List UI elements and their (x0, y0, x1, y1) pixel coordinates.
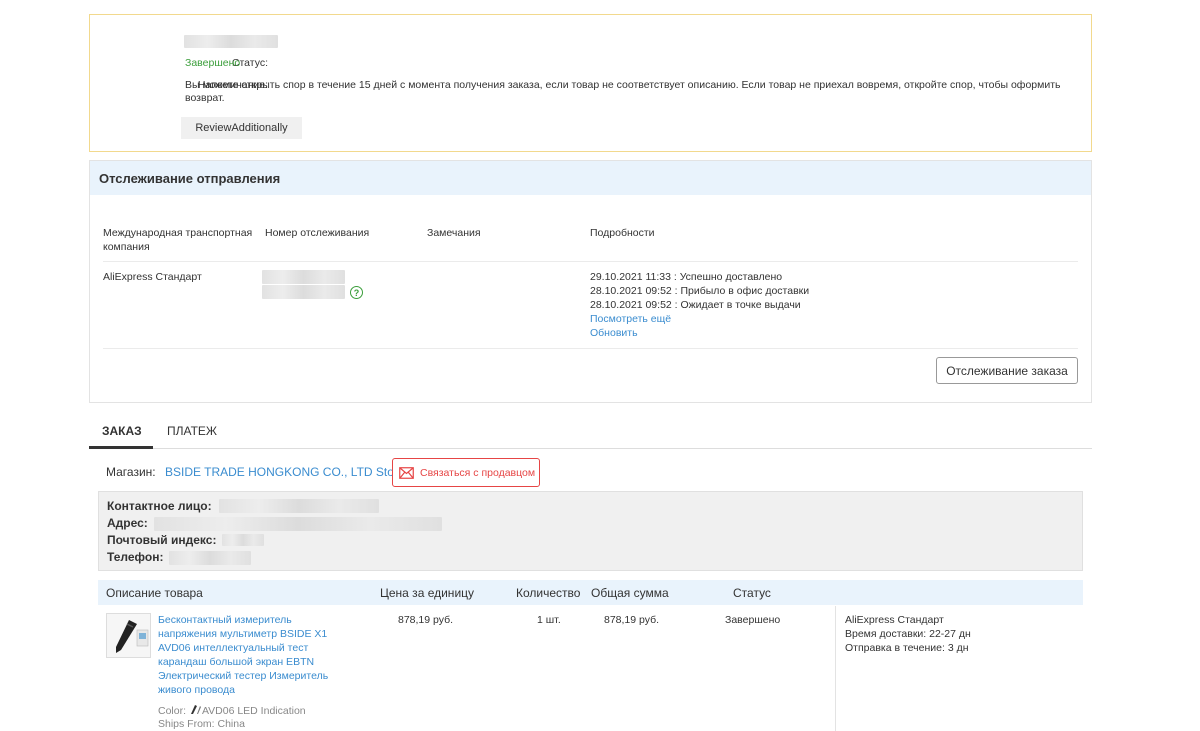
column-carrier: Международная транспортная компания (103, 227, 253, 253)
tracking-event: 28.10.2021 09:52 : Прибыло в офис достав… (590, 285, 810, 297)
divider (103, 261, 1078, 262)
mail-icon (399, 466, 414, 479)
unit-price: 878,19 руб. (398, 614, 454, 626)
dispatch-time: Отправка в течение: 3 дн (845, 642, 969, 654)
contact-person-label: Контактное лицо: (107, 499, 212, 513)
item-status: Завершено (725, 614, 781, 626)
tab-payment[interactable]: ПЛАТЕЖ (167, 424, 217, 438)
address-label: Адрес: (107, 516, 148, 530)
header-description: Описание товара (106, 586, 203, 600)
column-remarks: Замечания (427, 227, 481, 239)
shipping-method: AliExpress Стандарт (845, 614, 944, 626)
status-value: Завершено (185, 57, 241, 69)
header-status: Статус (733, 586, 771, 600)
postal-code-redacted (222, 534, 264, 546)
tracking-number-redacted (262, 270, 345, 284)
status-label: Статус: (231, 57, 268, 69)
reminder-text-line2: возврат. (185, 92, 225, 104)
contact-seller-button[interactable]: Связаться с продавцом (392, 458, 540, 487)
delivery-time: Время доставки: 22-27 дн (845, 628, 971, 640)
voltage-tester-pen-icon (107, 614, 150, 657)
store-name-link[interactable]: BSIDE TRADE HONGKONG CO., LTD Store (165, 465, 405, 479)
order-tabs: ЗАКАЗ ПЛАТЕЖ (89, 420, 1092, 449)
phone-redacted (169, 551, 251, 565)
header-unit-price: Цена за единицу (380, 586, 475, 600)
carrier-name: AliExpress Стандарт (103, 271, 202, 283)
tab-order[interactable]: ЗАКАЗ (102, 424, 142, 438)
product-title-link[interactable]: Бесконтактный измеритель напряжения муль… (158, 613, 343, 697)
help-icon[interactable]: ? (350, 286, 363, 299)
reminder-text-line1: Вы можете открыть спор в течение 15 дней… (185, 79, 1061, 91)
review-additionally-button[interactable]: ReviewAdditionally (181, 117, 302, 139)
total-price: 878,19 руб. (604, 614, 660, 626)
column-divider (835, 606, 836, 731)
tracking-event: 29.10.2021 11:33 : Успешно доставлено (590, 271, 783, 283)
see-more-link[interactable]: Посмотреть ещё (590, 312, 671, 326)
address-panel: Контактное лицо: Адрес: Почтовый индекс:… (98, 491, 1083, 571)
active-tab-indicator (89, 446, 153, 449)
track-order-button[interactable]: Отслеживание заказа (936, 357, 1078, 384)
divider (103, 348, 1078, 349)
tracking-panel: Отслеживание отправления Международная т… (89, 160, 1092, 403)
order-info-panel: Номер заказа: Статус: Завершено Напомина… (89, 14, 1092, 152)
postal-code-label: Почтовый индекс: (107, 533, 217, 547)
address-redacted (154, 517, 442, 531)
contact-seller-label: Связаться с продавцом (420, 466, 536, 479)
product-color: Color: AVD06 LED Indication (158, 705, 306, 717)
tracking-event: 28.10.2021 09:52 : Ожидает в точке выдач… (590, 299, 801, 311)
product-image[interactable] (106, 613, 151, 658)
header-quantity: Количество (516, 586, 581, 600)
tracking-title: Отслеживание отправления (90, 161, 1091, 195)
column-details: Подробности (590, 227, 655, 239)
phone-label: Телефон: (107, 550, 164, 564)
refresh-link[interactable]: Обновить (590, 326, 638, 340)
header-total: Общая сумма (591, 586, 669, 600)
store-label: Магазин: (106, 465, 156, 479)
product-ships-from: Ships From: China (158, 718, 245, 730)
color-swatch-icon (190, 705, 201, 714)
tracking-number-redacted (262, 285, 345, 299)
order-number-redacted (184, 35, 278, 48)
contact-person-redacted (219, 499, 379, 513)
product-table-header: Описание товара Цена за единицу Количест… (98, 580, 1083, 605)
quantity: 1 шт. (537, 614, 561, 626)
column-tracking-number: Номер отслеживания (265, 227, 370, 239)
